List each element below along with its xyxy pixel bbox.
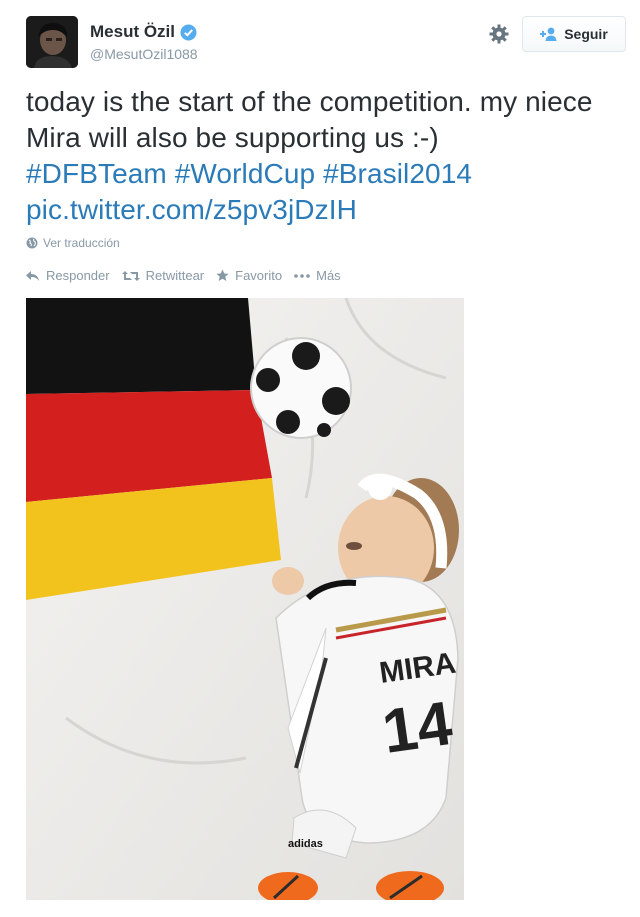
username-handle[interactable]: @MesutOzil1088 [90,46,198,62]
retweet-icon [121,270,140,281]
more-label: Más [316,268,341,283]
soccer-ball [250,337,352,439]
translate-link[interactable]: Ver traducción [26,236,120,250]
star-icon [216,269,229,281]
tweet-text: today is the start of the competition. m… [26,84,616,228]
more-button[interactable]: Más [294,268,341,283]
follow-button[interactable]: Seguir [522,16,626,52]
tweet-header: Mesut Özil @MesutOzil1088 Seguir [26,16,628,68]
favorite-button[interactable]: Favorito [216,268,282,283]
favorite-label: Favorito [235,268,283,283]
tweet-photo[interactable]: MIRA 14 adidas [26,298,464,900]
more-dots-icon [294,273,310,278]
avatar[interactable] [26,16,78,68]
hashtag-link[interactable]: #DFBTeam [26,158,167,189]
german-flag [26,298,281,600]
globe-icon [26,237,38,249]
follow-button-label: Seguir [564,26,608,42]
jersey-number: 14 [378,689,456,767]
adidas-logo: adidas [288,838,323,850]
reply-icon [26,270,39,281]
gear-icon[interactable] [488,23,510,45]
tweet-body: today is the start of the competition. m… [26,86,593,153]
retweet-label: Retwittear [145,268,205,283]
translate-label: Ver traducción [43,236,120,250]
verified-badge-icon [180,24,197,41]
tweet-actions: Responder Retwittear Favorito Más [26,268,353,283]
hashtag-link[interactable]: #WorldCup [175,158,315,189]
reply-label: Responder [46,268,110,283]
retweet-button[interactable]: Retwittear [121,268,205,283]
media-link[interactable]: pic.twitter.com/z5pv3jDzIH [26,194,357,225]
reply-button[interactable]: Responder [26,268,110,283]
display-name[interactable]: Mesut Özil [90,22,175,42]
add-user-icon [540,27,557,41]
hashtag-link[interactable]: #Brasil2014 [323,158,472,189]
